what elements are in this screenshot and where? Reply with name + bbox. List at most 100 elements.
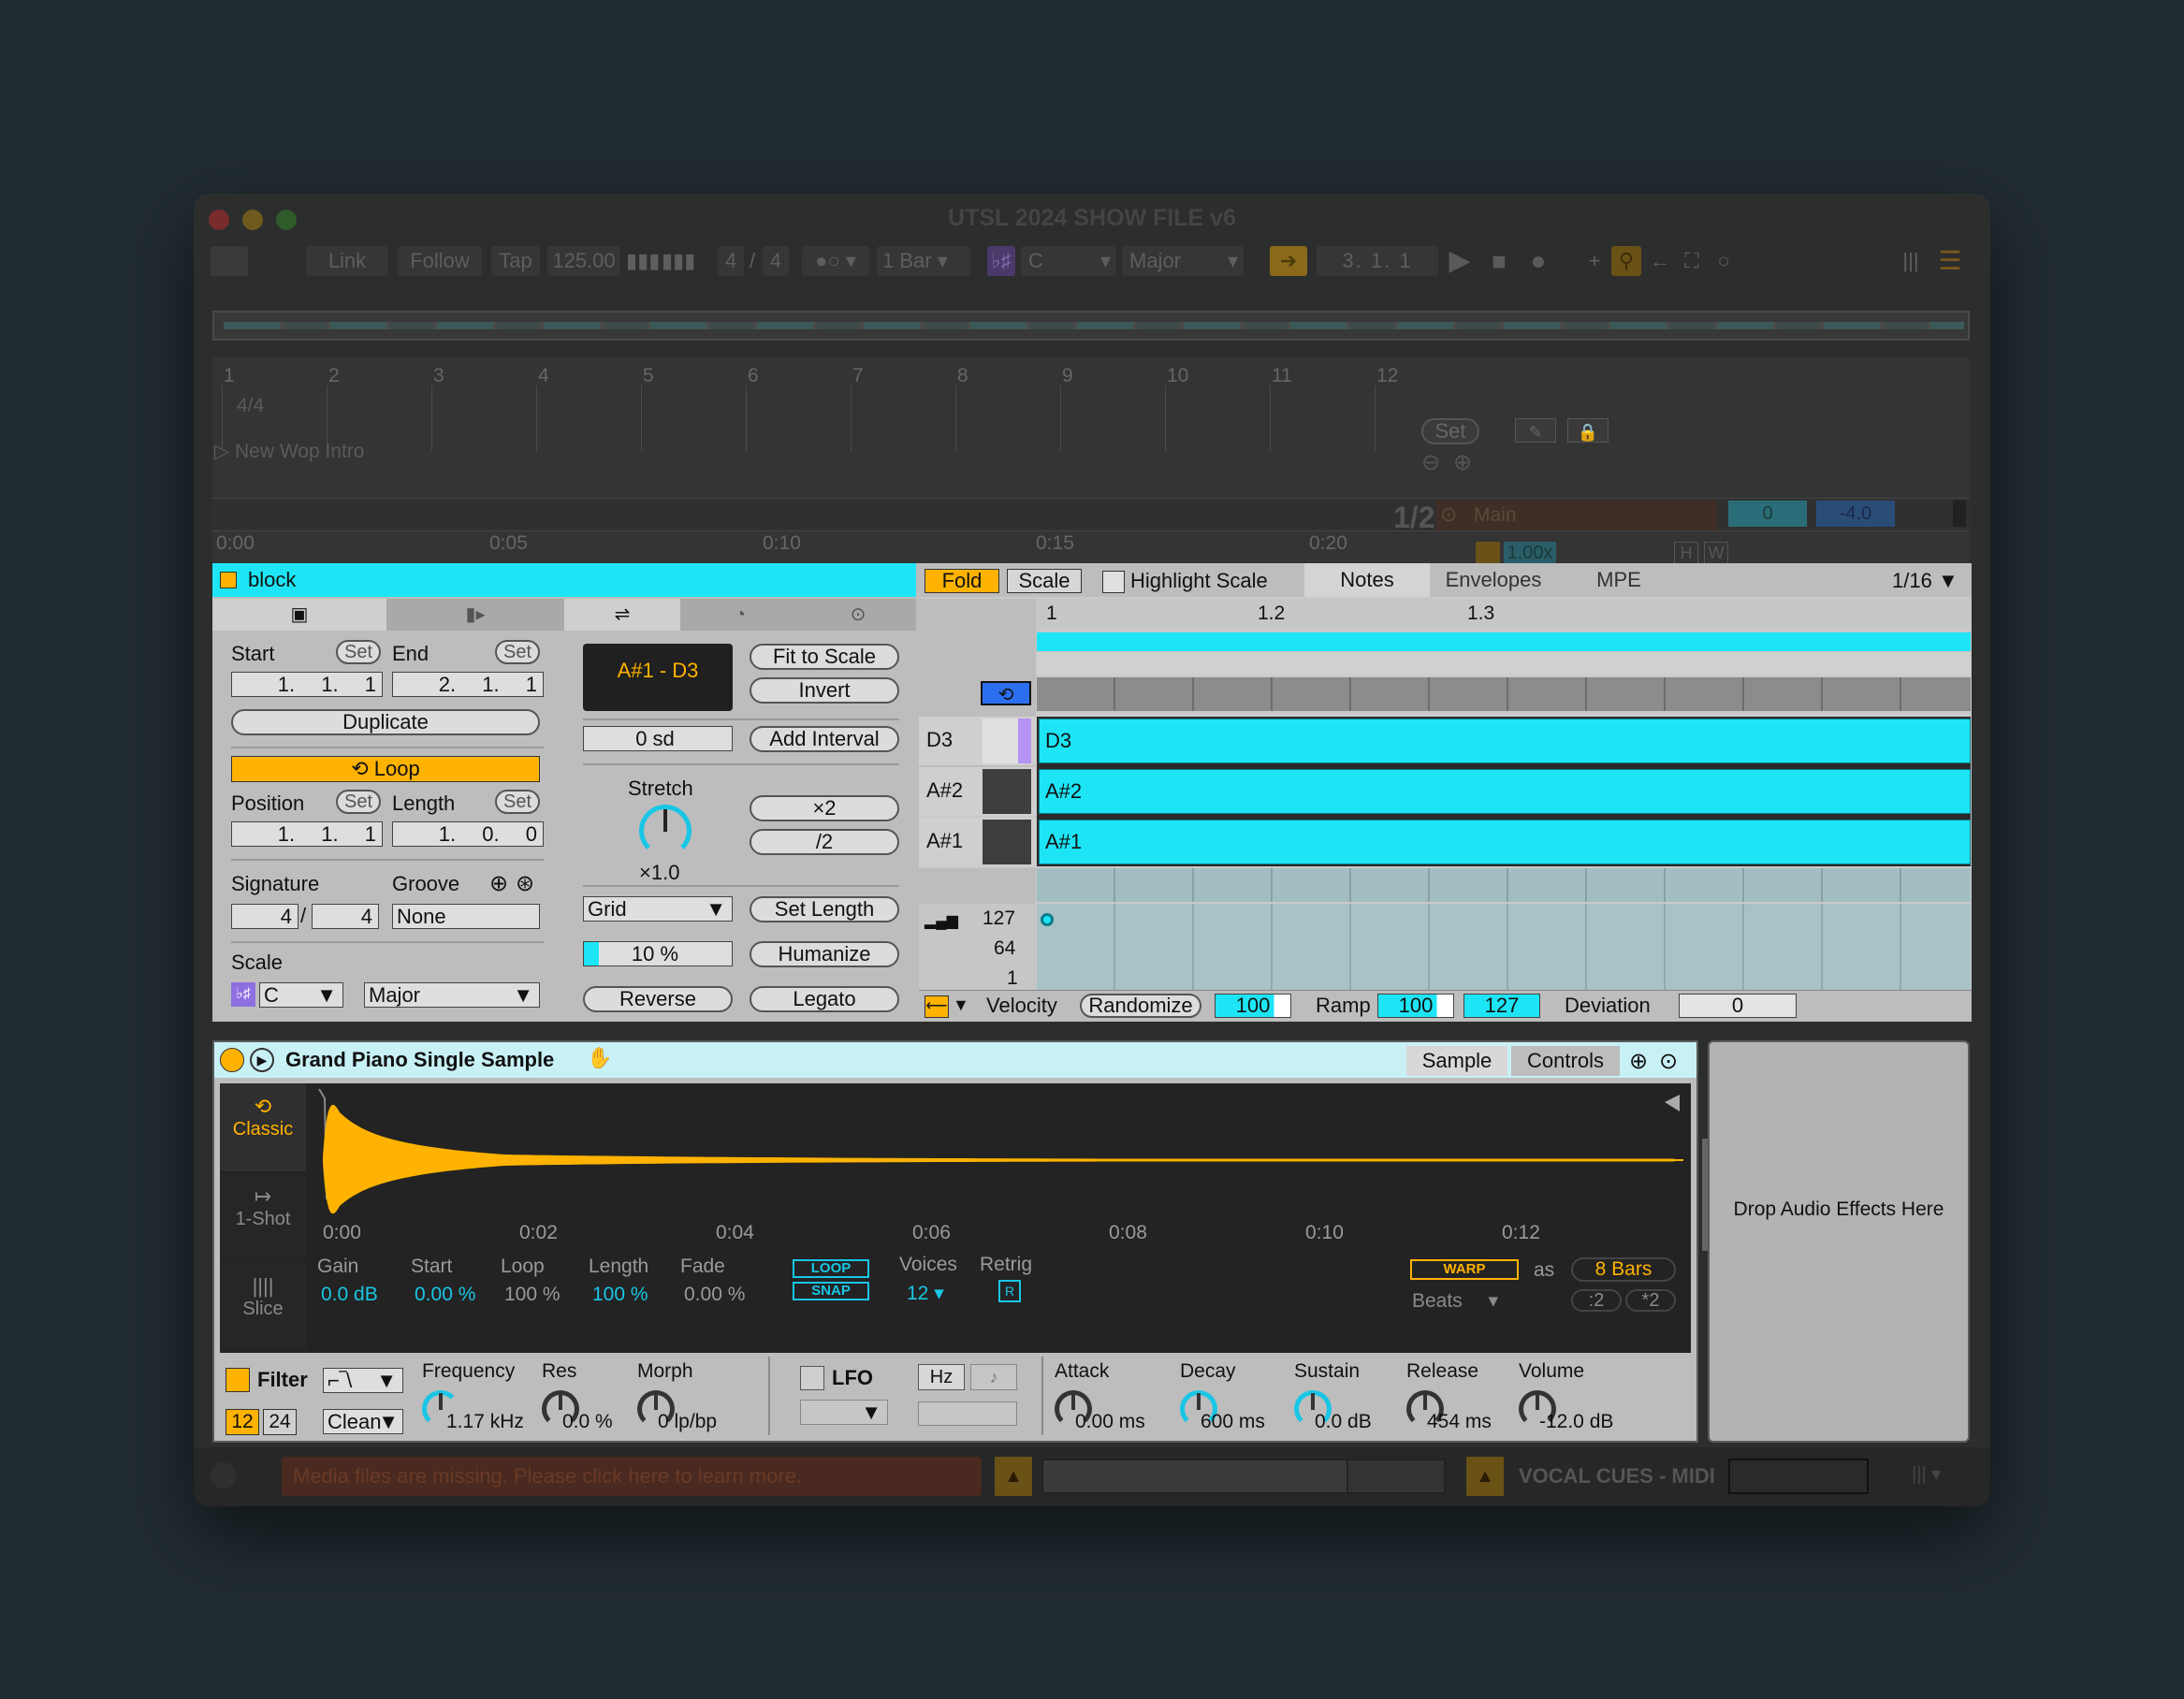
- signature-denominator[interactable]: 4: [763, 246, 789, 276]
- lfo-shape-dropdown[interactable]: ▼: [800, 1400, 888, 1425]
- lock-icon[interactable]: 🔒: [1567, 418, 1609, 443]
- arrangement-overview[interactable]: [212, 311, 1970, 341]
- tab-envelopes[interactable]: Envelopes: [1432, 563, 1555, 597]
- automation-arm-icon[interactable]: ⚲: [1611, 246, 1641, 276]
- clip-scale-toggle-icon[interactable]: ♭♯: [231, 982, 255, 1007]
- quantize-dropdown[interactable]: 1 Bar ▾: [877, 246, 970, 276]
- note-asharp1[interactable]: A#1: [1039, 820, 1971, 864]
- retrig-button[interactable]: R: [998, 1280, 1021, 1302]
- groove-commit-icon[interactable]: ⊛: [516, 870, 534, 897]
- grid-dropdown[interactable]: Grid ▼: [583, 896, 733, 922]
- param-value[interactable]: 100 %: [592, 1284, 648, 1306]
- clip-signature-denominator[interactable]: 4: [312, 904, 379, 929]
- double-length-button[interactable]: *2: [1625, 1289, 1676, 1312]
- groove-field[interactable]: None: [392, 904, 540, 929]
- bar-ruler[interactable]: 1 2 3 4 5 6 7 8 9 10 11 12: [212, 357, 1579, 460]
- prev-locator-icon[interactable]: ⊖: [1421, 449, 1440, 476]
- audio-tab-icon[interactable]: ▮▸: [388, 599, 562, 631]
- tab-controls[interactable]: Controls: [1511, 1046, 1620, 1076]
- set-locator-button[interactable]: Set: [1421, 418, 1479, 444]
- start-field[interactable]: 1. 1. 1: [231, 672, 383, 697]
- follow-arrow-icon[interactable]: ➔: [1270, 246, 1307, 276]
- filter-toggle[interactable]: [226, 1368, 250, 1392]
- deviation-field[interactable]: 0: [1679, 994, 1797, 1018]
- fit-to-scale-button[interactable]: Fit to Scale: [750, 644, 899, 670]
- clip-overview[interactable]: [1041, 1459, 1350, 1494]
- main-track-header[interactable]: ⊙ Main: [1436, 501, 1717, 530]
- piano-key-asharp1[interactable]: [983, 820, 1031, 864]
- capture-icon[interactable]: ⛶: [1678, 246, 1706, 276]
- warp-button[interactable]: WARP: [1410, 1259, 1519, 1280]
- tempo-field[interactable]: 125.00: [547, 246, 620, 276]
- half-length-button[interactable]: :2: [1571, 1289, 1622, 1312]
- highlight-scale-checkbox[interactable]: [1102, 571, 1125, 593]
- lfo-rate-field[interactable]: [918, 1401, 1017, 1426]
- audio-effects-drop-zone[interactable]: Drop Audio Effects Here: [1708, 1040, 1970, 1443]
- link-button[interactable]: Link: [306, 246, 388, 276]
- humanize-button[interactable]: Humanize: [750, 941, 899, 967]
- invert-button[interactable]: Invert: [750, 677, 899, 704]
- save-preset-icon[interactable]: ⊙: [1659, 1048, 1678, 1075]
- velocity-mode-icon[interactable]: ⟵: [925, 995, 949, 1018]
- tab-mpe[interactable]: MPE: [1557, 563, 1681, 597]
- layout-icon[interactable]: [211, 246, 248, 276]
- main-volume-field[interactable]: 0: [1728, 501, 1807, 527]
- clip-header[interactable]: block: [212, 563, 916, 597]
- tab-notes[interactable]: Notes: [1304, 563, 1430, 597]
- end-set-button[interactable]: Set: [495, 640, 540, 664]
- device-preview-icon[interactable]: ▶: [250, 1048, 274, 1072]
- randomize-button[interactable]: Randomize: [1080, 994, 1201, 1018]
- param-value[interactable]: 0.00 %: [415, 1284, 475, 1306]
- snap-toggle-button[interactable]: SNAP: [793, 1282, 869, 1300]
- warp-length-field[interactable]: 8 Bars: [1571, 1257, 1676, 1282]
- filter-type-dropdown[interactable]: ⌐‾\ ▼: [323, 1368, 403, 1393]
- start-set-button[interactable]: Set: [336, 640, 381, 664]
- transform-tab-icon[interactable]: ◔: [682, 599, 798, 631]
- velocity-mode-dropdown-icon[interactable]: ▼: [953, 995, 969, 1015]
- scale-dropdown[interactable]: Major ▾: [1122, 246, 1244, 276]
- velocity-handle[interactable]: [1041, 913, 1054, 926]
- loop-button[interactable]: ⟲ Loop: [231, 756, 540, 782]
- duplicate-button[interactable]: Duplicate: [231, 709, 540, 735]
- position-set-button[interactable]: Set: [336, 790, 381, 814]
- signature-numerator[interactable]: 4: [718, 246, 744, 276]
- length-set-button[interactable]: Set: [495, 790, 540, 814]
- nudge-down-icon[interactable]: ▮▮▮: [626, 246, 660, 276]
- waveform-icon[interactable]: [1476, 542, 1500, 564]
- slope-12-button[interactable]: 12: [226, 1409, 259, 1435]
- key-root-dropdown[interactable]: C ▾: [1021, 246, 1116, 276]
- mode-classic[interactable]: ⟲ Classic: [220, 1083, 306, 1171]
- warp-mode-dropdown[interactable]: Beats ▾: [1412, 1289, 1498, 1313]
- velocity-lane[interactable]: [1037, 904, 1971, 990]
- voices-dropdown[interactable]: 12 ▾: [907, 1282, 944, 1305]
- groove-hot-swap-icon[interactable]: ⊕: [489, 870, 508, 897]
- half-stretch-button[interactable]: /2: [750, 829, 899, 855]
- slope-24-button[interactable]: 24: [263, 1409, 297, 1435]
- param-value[interactable]: 0.00 %: [684, 1284, 745, 1306]
- set-length-button[interactable]: Set Length: [750, 896, 899, 922]
- position-field[interactable]: 1. 1. 1: [231, 821, 383, 847]
- scale-toggle-icon[interactable]: ♭♯: [987, 246, 1015, 276]
- filter-circuit-dropdown[interactable]: Clean ▼: [323, 1409, 403, 1434]
- expand-arrow-icon[interactable]: ▲: [995, 1457, 1032, 1496]
- stretch-knob[interactable]: [639, 805, 692, 857]
- metronome-button[interactable]: ●○ ▾: [802, 246, 869, 276]
- loop-record-icon[interactable]: ○: [1710, 246, 1738, 276]
- param-value[interactable]: 0.0 dB: [321, 1284, 378, 1306]
- next-locator-icon[interactable]: ⊕: [1453, 449, 1472, 476]
- loop-toggle-icon[interactable]: ⟲: [981, 681, 1031, 705]
- tap-button[interactable]: Tap: [491, 246, 540, 276]
- locator[interactable]: ▷ New Wop Intro: [214, 440, 364, 463]
- mode-one-shot[interactable]: ↦ 1-Shot: [220, 1173, 306, 1261]
- param-value[interactable]: 100 %: [504, 1284, 561, 1306]
- tab-sample[interactable]: Sample: [1406, 1046, 1507, 1076]
- velocity-lane-icon[interactable]: ▂▄▆: [925, 911, 958, 930]
- grid-size-dropdown[interactable]: 1/16 ▼: [1892, 569, 1958, 593]
- sample-waveform[interactable]: [317, 1089, 1683, 1229]
- piano-key-asharp2[interactable]: [983, 769, 1031, 814]
- beat-ruler[interactable]: 1 1.2 1.3: [1037, 599, 1971, 627]
- back-arrow-icon[interactable]: ←: [1646, 246, 1674, 276]
- double-stretch-button[interactable]: ×2: [750, 795, 899, 821]
- device-title-bar[interactable]: ▶ Grand Piano Single Sample ✋ Sample Con…: [214, 1042, 1696, 1078]
- reverse-button[interactable]: Reverse: [583, 986, 733, 1012]
